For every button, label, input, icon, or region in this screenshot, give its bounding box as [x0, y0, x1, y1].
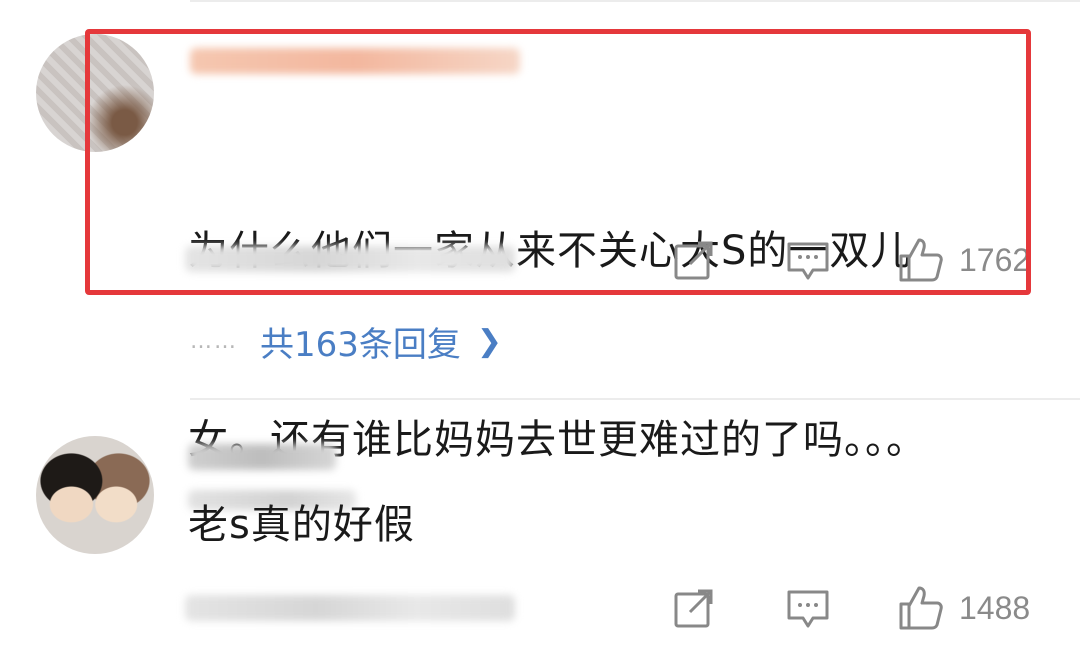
like-icon — [897, 236, 945, 284]
comment-button[interactable] — [785, 586, 831, 632]
view-replies-link[interactable]: …… 共163条回复 ❯ — [190, 316, 502, 366]
comment-button[interactable] — [785, 238, 831, 284]
blurred-timestamp — [185, 595, 515, 621]
share-button[interactable] — [672, 238, 716, 282]
replies-count: 共163条回复 — [260, 324, 461, 365]
like-count: 1488 — [959, 589, 1031, 626]
blurred-username — [188, 444, 336, 470]
comment-icon — [785, 586, 831, 632]
replies-dots: …… — [190, 328, 238, 354]
share-icon — [672, 238, 716, 282]
like-count: 1762 — [959, 241, 1031, 278]
comment-icon — [785, 238, 831, 284]
chevron-right-icon: ❯ — [476, 323, 503, 359]
top-divider — [190, 0, 1080, 2]
blurred-timestamp — [185, 246, 515, 272]
avatar[interactable] — [36, 34, 154, 152]
blurred-username — [190, 48, 520, 74]
comment-divider — [190, 398, 1080, 400]
comment-text: 老s真的好假 — [188, 502, 415, 548]
like-button[interactable]: 1762 — [897, 236, 1030, 284]
avatar[interactable] — [36, 436, 154, 554]
like-icon — [897, 584, 945, 632]
share-button[interactable] — [672, 586, 716, 630]
share-icon — [672, 586, 716, 630]
like-button[interactable]: 1488 — [897, 584, 1030, 632]
